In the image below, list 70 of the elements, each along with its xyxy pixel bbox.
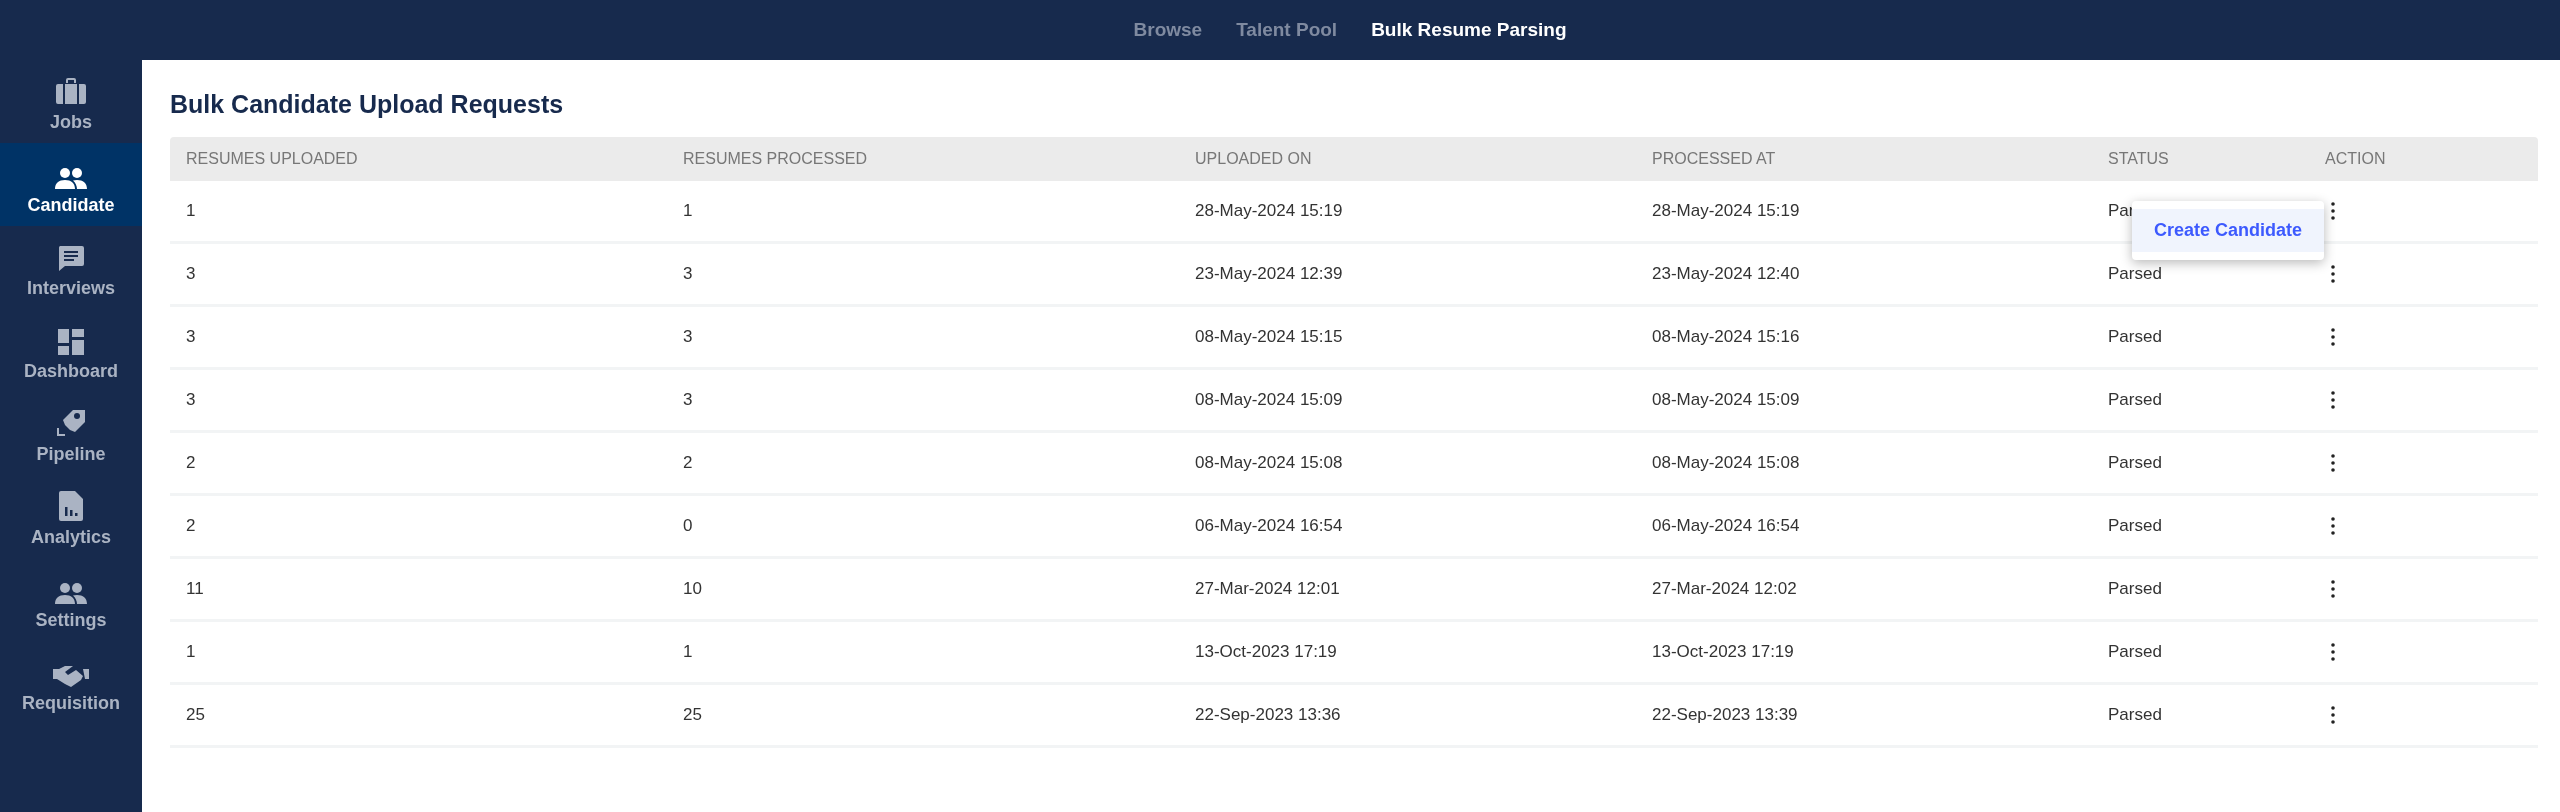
- table-cell-text: 3: [682, 264, 694, 284]
- table-cell-text: 25: [185, 705, 206, 725]
- table-cell-text: 08-May-2024 15:08: [1651, 453, 1801, 473]
- table-cell-text: 23-May-2024 12:40: [1651, 264, 1801, 284]
- table-cell-text: 3: [185, 327, 197, 347]
- column-header: STATUS: [2107, 150, 2170, 168]
- table-cell-text: Parsed: [2107, 516, 2163, 536]
- table-cell-text: Parsed: [2107, 642, 2163, 662]
- table-cell-text: 08-May-2024 15:15: [1194, 327, 1344, 347]
- table-cell-text: 25: [682, 705, 703, 725]
- table-cell-text: 2: [185, 516, 197, 536]
- table-cell-text: 3: [185, 264, 197, 284]
- sidebar-item[interactable]: Settings: [0, 558, 142, 641]
- table-cell-text: 08-May-2024 15:16: [1651, 327, 1801, 347]
- table-cell-text: 22-Sep-2023 13:36: [1194, 705, 1342, 725]
- table-cell-text: 22-Sep-2023 13:39: [1651, 705, 1799, 725]
- table-cell-text: Parsed: [2107, 390, 2163, 410]
- table-cell-text: 06-May-2024 16:54: [1194, 516, 1344, 536]
- table-cell-text: 28-May-2024 15:19: [1194, 201, 1344, 221]
- column-header: PROCESSED AT: [1651, 150, 1777, 168]
- handshake-icon: [53, 665, 89, 687]
- table-cell-text: Parsed: [2107, 579, 2163, 599]
- table-cell-text: Parsed: [2107, 327, 2163, 347]
- table-cell-text: 13-Oct-2023 17:19: [1194, 642, 1338, 662]
- column-header: UPLOADED ON: [1194, 150, 1313, 168]
- table-cell-text: 1: [185, 642, 197, 662]
- nav-link[interactable]: Talent Pool: [1236, 19, 1338, 41]
- people-icon: [54, 167, 88, 189]
- table-cell-text: 08-May-2024 15:09: [1651, 390, 1801, 410]
- table-cell-text: 3: [185, 390, 197, 410]
- people-icon: [54, 582, 88, 604]
- column-header: RESUMES PROCESSED: [682, 150, 869, 168]
- table-cell-text: 27-Mar-2024 12:01: [1194, 579, 1341, 599]
- sidebar-item[interactable]: Interviews: [0, 226, 142, 309]
- table-cell-text: 3: [682, 327, 694, 347]
- table-cell-text: 2: [682, 453, 694, 473]
- chat-icon: [57, 244, 85, 272]
- sidebar-item[interactable]: Dashboard: [0, 309, 142, 392]
- table-cell-text: 3: [682, 390, 694, 410]
- nav-link[interactable]: Bulk Resume Parsing: [1371, 19, 1567, 41]
- table-cell-text: 13-Oct-2023 17:19: [1651, 642, 1795, 662]
- table-cell-text: 10: [682, 579, 703, 599]
- table-cell-text: 23-May-2024 12:39: [1194, 264, 1344, 284]
- menu-item[interactable]: Create Candidate: [2132, 209, 2325, 252]
- sidebar-item[interactable]: Analytics: [0, 475, 142, 558]
- column-header: ACTION: [2324, 150, 2387, 168]
- sidebar-item[interactable]: Candidate: [0, 143, 142, 226]
- table-cell-text: 08-May-2024 15:09: [1194, 390, 1344, 410]
- table-cell-text: 1: [185, 201, 197, 221]
- dashboard-icon: [58, 329, 84, 355]
- column-header: RESUMES UPLOADED: [185, 150, 359, 168]
- table-cell-text: Parsed: [2107, 264, 2163, 284]
- table-cell-text: 27-Mar-2024 12:02: [1651, 579, 1798, 599]
- table-cell-text: 0: [682, 516, 694, 536]
- briefcase-icon: [55, 76, 87, 106]
- table-cell-text: Parsed: [2107, 453, 2163, 473]
- report-icon: [59, 491, 83, 521]
- page-title: Bulk Candidate Upload Requests: [170, 90, 565, 119]
- nav-link[interactable]: Browse: [1133, 19, 1203, 41]
- sidebar-item[interactable]: Pipeline: [0, 392, 142, 475]
- table-cell-text: 08-May-2024 15:08: [1194, 453, 1344, 473]
- table-cell-text: 2: [185, 453, 197, 473]
- table-cell-text: Parsed: [2107, 705, 2163, 725]
- table-cell-text: 1: [682, 642, 694, 662]
- sidebar-item[interactable]: Requisition: [0, 641, 142, 724]
- table-cell-text: 28-May-2024 15:19: [1651, 201, 1801, 221]
- table-cell-text: 06-May-2024 16:54: [1651, 516, 1801, 536]
- table-cell-text: 11: [185, 579, 205, 599]
- table-cell-text: 1: [682, 201, 694, 221]
- sidebar-item[interactable]: Jobs: [0, 60, 142, 143]
